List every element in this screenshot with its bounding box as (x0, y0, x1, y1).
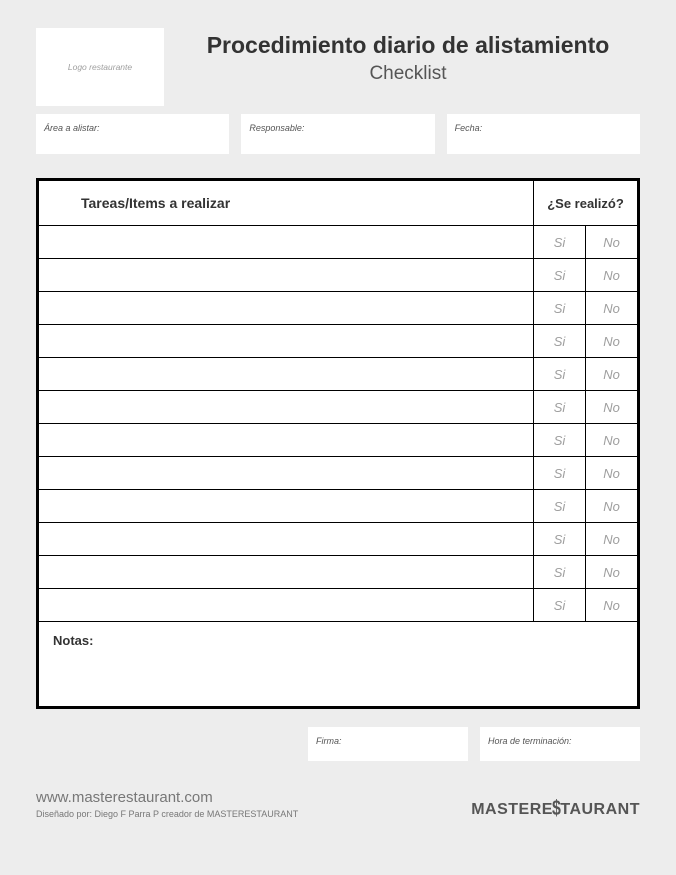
yes-cell[interactable]: Si (533, 391, 585, 423)
task-cell[interactable] (39, 424, 533, 456)
table-row: SiNo (39, 523, 637, 556)
field-signature-label: Firma: (316, 736, 342, 746)
table-row: SiNo (39, 226, 637, 259)
no-cell[interactable]: No (585, 490, 637, 522)
no-cell[interactable]: No (585, 457, 637, 489)
table-header: Tareas/Items a realizar ¿Se realizó? (39, 181, 637, 226)
no-cell[interactable]: No (585, 556, 637, 588)
task-cell[interactable] (39, 457, 533, 489)
field-responsible[interactable]: Responsable: (241, 114, 434, 154)
no-cell[interactable]: No (585, 391, 637, 423)
yes-cell[interactable]: Si (533, 226, 585, 258)
footer-credit: Diseñado por: Diego F Parra P creador de… (36, 809, 298, 819)
table-row: SiNo (39, 325, 637, 358)
footer-url: www.masterestaurant.com (36, 789, 298, 806)
task-cell[interactable] (39, 358, 533, 390)
no-cell[interactable]: No (585, 358, 637, 390)
yes-cell[interactable]: Si (533, 490, 585, 522)
brand-dollar-icon: $ (552, 798, 561, 821)
table-row: SiNo (39, 292, 637, 325)
yes-cell[interactable]: Si (533, 523, 585, 555)
yes-cell[interactable]: Si (533, 259, 585, 291)
logo-placeholder: Logo restaurante (36, 28, 164, 106)
footer: www.masterestaurant.com Diseñado por: Di… (36, 789, 640, 819)
no-cell[interactable]: No (585, 325, 637, 357)
page-subtitle: Checklist (176, 63, 640, 85)
task-cell[interactable] (39, 259, 533, 291)
table-row: SiNo (39, 424, 637, 457)
task-cell[interactable] (39, 523, 533, 555)
task-cell[interactable] (39, 490, 533, 522)
notes-section[interactable]: Notas: (39, 622, 637, 706)
table-row: SiNo (39, 391, 637, 424)
title-block: Procedimiento diario de alistamiento Che… (176, 28, 640, 85)
task-cell[interactable] (39, 556, 533, 588)
brand-logo: MASTERE$TAURANT (471, 801, 640, 819)
table-row: SiNo (39, 457, 637, 490)
yes-cell[interactable]: Si (533, 358, 585, 390)
task-cell[interactable] (39, 325, 533, 357)
field-responsible-label: Responsable: (249, 123, 304, 133)
field-area[interactable]: Área a alistar: (36, 114, 229, 154)
top-fields: Área a alistar: Responsable: Fecha: (36, 114, 640, 154)
yes-cell[interactable]: Si (533, 325, 585, 357)
table-row: SiNo (39, 259, 637, 292)
footer-left: www.masterestaurant.com Diseñado por: Di… (36, 789, 298, 819)
no-cell[interactable]: No (585, 292, 637, 324)
yes-cell[interactable]: Si (533, 424, 585, 456)
table-row: SiNo (39, 556, 637, 589)
col-done-header: ¿Se realizó? (533, 181, 637, 225)
no-cell[interactable]: No (585, 589, 637, 621)
field-signature[interactable]: Firma: (308, 727, 468, 761)
field-area-label: Área a alistar: (44, 123, 100, 133)
table-row: SiNo (39, 589, 637, 622)
field-end-time[interactable]: Hora de terminación: (480, 727, 640, 761)
yes-cell[interactable]: Si (533, 556, 585, 588)
page-title: Procedimiento diario de alistamiento (176, 32, 640, 59)
header-row: Logo restaurante Procedimiento diario de… (36, 28, 640, 106)
task-cell[interactable] (39, 589, 533, 621)
no-cell[interactable]: No (585, 226, 637, 258)
no-cell[interactable]: No (585, 523, 637, 555)
signature-row: Firma: Hora de terminación: (36, 727, 640, 761)
col-tasks-header: Tareas/Items a realizar (39, 181, 533, 225)
no-cell[interactable]: No (585, 424, 637, 456)
field-date[interactable]: Fecha: (447, 114, 640, 154)
field-end-time-label: Hora de terminación: (488, 736, 572, 746)
logo-placeholder-text: Logo restaurante (68, 62, 132, 72)
no-cell[interactable]: No (585, 259, 637, 291)
yes-cell[interactable]: Si (533, 457, 585, 489)
field-date-label: Fecha: (455, 123, 483, 133)
checklist-table: Tareas/Items a realizar ¿Se realizó? SiN… (36, 178, 640, 709)
yes-cell[interactable]: Si (533, 589, 585, 621)
task-cell[interactable] (39, 226, 533, 258)
notes-label: Notas: (53, 633, 93, 648)
task-cell[interactable] (39, 292, 533, 324)
brand-part-1: MASTERE (471, 801, 553, 818)
task-cell[interactable] (39, 391, 533, 423)
table-row: SiNo (39, 358, 637, 391)
brand-part-2: TAURANT (560, 801, 640, 818)
table-row: SiNo (39, 490, 637, 523)
yes-cell[interactable]: Si (533, 292, 585, 324)
